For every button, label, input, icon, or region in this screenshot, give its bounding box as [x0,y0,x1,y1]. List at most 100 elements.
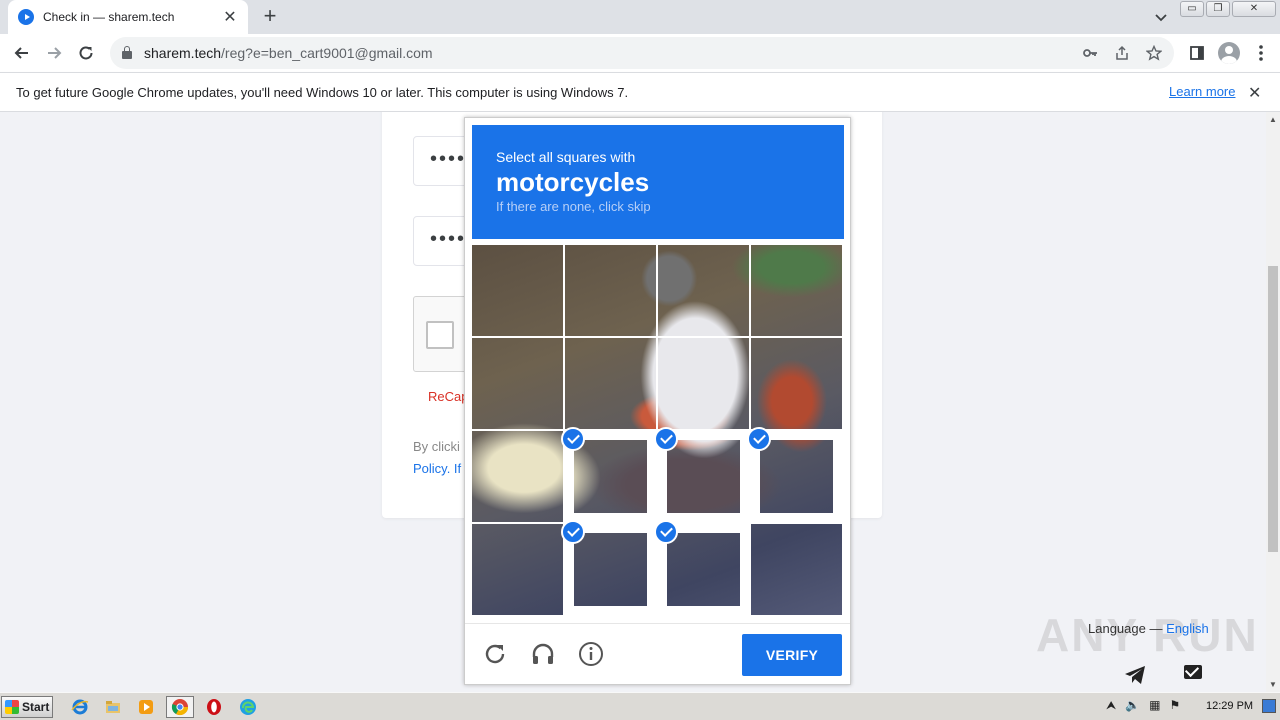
profile-avatar-icon[interactable] [1216,37,1242,69]
back-arrow-icon[interactable] [6,37,38,69]
captcha-tile[interactable] [565,245,656,336]
update-infobar: To get future Google Chrome updates, you… [0,72,1280,112]
captcha-tile-image [658,338,749,429]
window-controls: ▭ ❐ ✕ [1180,1,1276,17]
mail-icon[interactable] [1184,665,1202,679]
chrome-icon[interactable] [166,696,194,718]
explorer-icon[interactable] [99,696,127,718]
captcha-tile-image [751,524,842,615]
captcha-tile[interactable] [751,338,842,429]
site-favicon-icon [18,9,34,25]
captcha-tile[interactable] [472,245,563,336]
new-tab-button[interactable]: + [258,4,282,28]
address-bar[interactable]: sharem.tech/reg?e=ben_cart9001@gmail.com [110,37,1174,69]
network-icon[interactable]: ▦ [1149,698,1160,713]
reload-page-icon[interactable] [70,37,102,69]
ie-icon[interactable] [66,696,94,718]
language-selector[interactable]: Language — English [1088,621,1209,636]
volume-icon[interactable]: 🔈 [1125,698,1140,713]
system-tray: ⮝ 🔈 ▦ ⚑ [1106,698,1180,713]
captcha-tile[interactable] [565,338,656,429]
policy-link[interactable]: Policy. If [413,461,461,476]
selected-check-icon [747,427,771,451]
windows-taskbar: Start ⮝ 🔈 ▦ ⚑ 12:29 PM [0,692,1280,720]
windows-logo-icon [5,700,19,714]
reload-icon[interactable] [482,641,508,667]
tab-strip: Check in — sharem.tech ✕ + ▭ ❐ ✕ [0,0,1280,34]
captcha-tile-image [667,440,740,513]
telegram-icon[interactable] [1124,665,1146,690]
captcha-tile-image [751,338,842,429]
captcha-instructions: Select all squares with motorcycles If t… [472,125,844,239]
selected-check-icon [561,520,585,544]
captcha-image-grid [472,245,844,617]
action-center-flag-icon[interactable]: ⚑ [1170,698,1181,713]
tray-expand-icon[interactable]: ⮝ [1106,698,1116,713]
start-label: Start [22,700,50,714]
captcha-tile-image [667,533,740,606]
captcha-tile-image [472,524,563,615]
captcha-tile[interactable] [472,338,563,429]
selected-check-icon [654,427,678,451]
language-value[interactable]: English [1166,621,1209,636]
captcha-tile[interactable] [472,431,563,522]
selected-check-icon [654,520,678,544]
captcha-tile-image [565,245,656,336]
edge-icon[interactable] [234,696,262,718]
forward-arrow-icon[interactable] [38,37,70,69]
url-path: /reg?e=ben_cart9001@gmail.com [221,45,433,61]
menu-kebab-icon[interactable] [1248,37,1274,69]
opera-icon[interactable] [200,696,228,718]
captcha-footer: VERIFY [465,623,850,685]
tab-close-icon[interactable]: ✕ [222,7,238,27]
infobar-message: To get future Google Chrome updates, you… [16,84,629,100]
window-close-button[interactable]: ✕ [1232,1,1276,17]
infobar-close-icon[interactable]: ✕ [1248,83,1261,103]
learn-more-link[interactable]: Learn more [1169,84,1235,99]
captcha-tile-image [574,440,647,513]
minimize-button[interactable]: ▭ [1180,1,1204,17]
restore-button[interactable]: ❐ [1206,1,1230,17]
lock-icon[interactable] [122,46,132,59]
captcha-tile-image [472,338,563,429]
page-scrollbar[interactable]: ▲ ▼ [1266,112,1280,692]
bookmark-star-icon[interactable] [1142,41,1166,65]
url-host: sharem.tech [144,45,222,61]
verify-button[interactable]: VERIFY [742,634,842,676]
captcha-target-label: motorcycles [496,167,650,197]
captcha-tile-image [574,533,647,606]
captcha-tile-image [760,440,833,513]
captcha-tile[interactable] [472,524,563,615]
recaptcha-checkbox[interactable] [426,321,454,349]
captcha-tile[interactable] [751,524,842,615]
side-panel-icon[interactable] [1184,37,1210,69]
tab-title: Check in — sharem.tech [43,10,175,24]
captcha-tile-image [658,245,749,336]
captcha-tile-image [472,431,563,522]
captcha-challenge-popup: Select all squares with motorcycles If t… [464,117,851,685]
captcha-hint-text: If there are none, click skip [496,199,651,214]
captcha-tile[interactable] [658,245,749,336]
share-icon[interactable] [1110,41,1134,65]
scroll-up-arrow-icon[interactable]: ▲ [1269,115,1277,124]
headphones-icon[interactable] [530,641,556,667]
captcha-tile[interactable] [751,245,842,336]
media-player-icon[interactable] [132,696,160,718]
show-desktop-button[interactable] [1262,699,1276,713]
captcha-tile[interactable] [658,338,749,429]
captcha-instruction-text: Select all squares with [496,149,636,165]
consent-text: By clicki [413,439,460,454]
start-button[interactable]: Start [1,696,53,718]
scroll-down-arrow-icon[interactable]: ▼ [1269,680,1277,689]
scrollbar-thumb[interactable] [1268,266,1278,552]
captcha-tile-image [565,338,656,429]
tab-search-chevron-down-icon[interactable] [1150,6,1172,28]
taskbar-clock[interactable]: 12:29 PM [1206,700,1253,712]
captcha-tile-image [751,245,842,336]
info-icon[interactable] [578,641,604,667]
language-label: Language — [1088,621,1167,636]
tab-check-in[interactable]: Check in — sharem.tech ✕ [8,0,248,34]
captcha-tile-image [472,245,563,336]
key-icon[interactable] [1078,41,1102,65]
selected-check-icon [561,427,585,451]
